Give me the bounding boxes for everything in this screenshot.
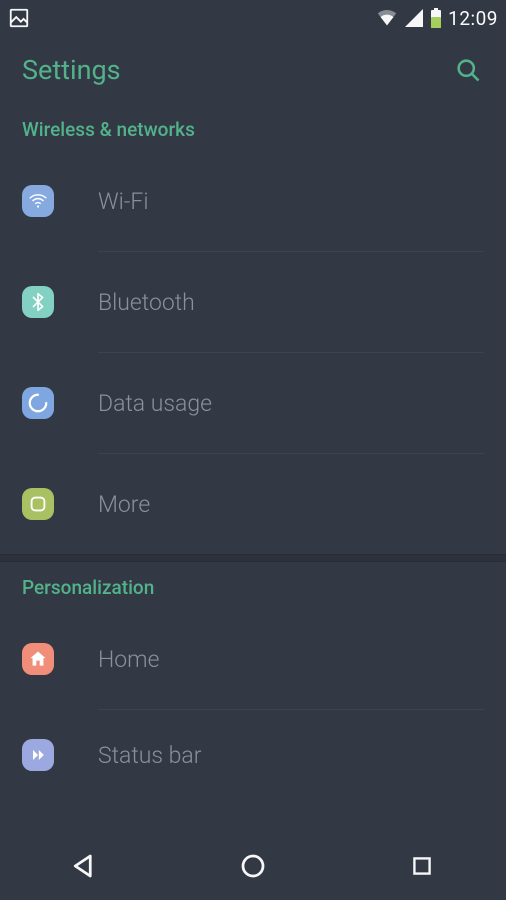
row-label-more: More [98, 491, 150, 518]
row-home[interactable]: Home [0, 609, 506, 709]
section-header-wireless: Wireless & networks [0, 104, 506, 151]
status-bar: 12:09 [0, 0, 506, 36]
wifi-icon [22, 185, 54, 217]
row-status-bar[interactable]: Status bar [0, 710, 506, 800]
home-nav-icon [238, 851, 268, 881]
section-header-personalization: Personalization [0, 562, 506, 609]
wifi-status-icon [376, 8, 398, 28]
section-wireless: Wireless & networks Wi-Fi Bluetooth Da [0, 104, 506, 554]
bluetooth-icon [22, 286, 54, 318]
row-label-wifi: Wi-Fi [98, 188, 148, 215]
page-title: Settings [22, 54, 121, 86]
signal-status-icon [404, 8, 424, 28]
back-icon [69, 851, 99, 881]
navigation-bar [0, 832, 506, 900]
row-data-usage[interactable]: Data usage [0, 353, 506, 453]
picture-notification-icon [8, 7, 30, 29]
section-personalization: Personalization Home Status bar [0, 562, 506, 800]
data-usage-icon [22, 387, 54, 419]
more-icon [22, 488, 54, 520]
row-wifi[interactable]: Wi-Fi [0, 151, 506, 251]
row-bluetooth[interactable]: Bluetooth [0, 252, 506, 352]
nav-back-button[interactable] [49, 846, 119, 886]
nav-home-button[interactable] [218, 846, 288, 886]
nav-recents-button[interactable] [387, 846, 457, 886]
app-bar: Settings [0, 36, 506, 104]
search-button[interactable] [452, 54, 484, 86]
home-icon [22, 643, 54, 675]
search-icon [454, 56, 482, 84]
row-label-home: Home [98, 646, 159, 673]
row-label-status-bar: Status bar [98, 742, 202, 769]
recents-icon [409, 853, 435, 879]
section-gap [0, 554, 506, 562]
row-label-bluetooth: Bluetooth [98, 289, 195, 316]
status-bar-icon [22, 739, 54, 771]
battery-status-icon [430, 8, 442, 28]
status-time: 12:09 [448, 7, 498, 30]
row-more[interactable]: More [0, 454, 506, 554]
row-label-data-usage: Data usage [98, 390, 212, 417]
